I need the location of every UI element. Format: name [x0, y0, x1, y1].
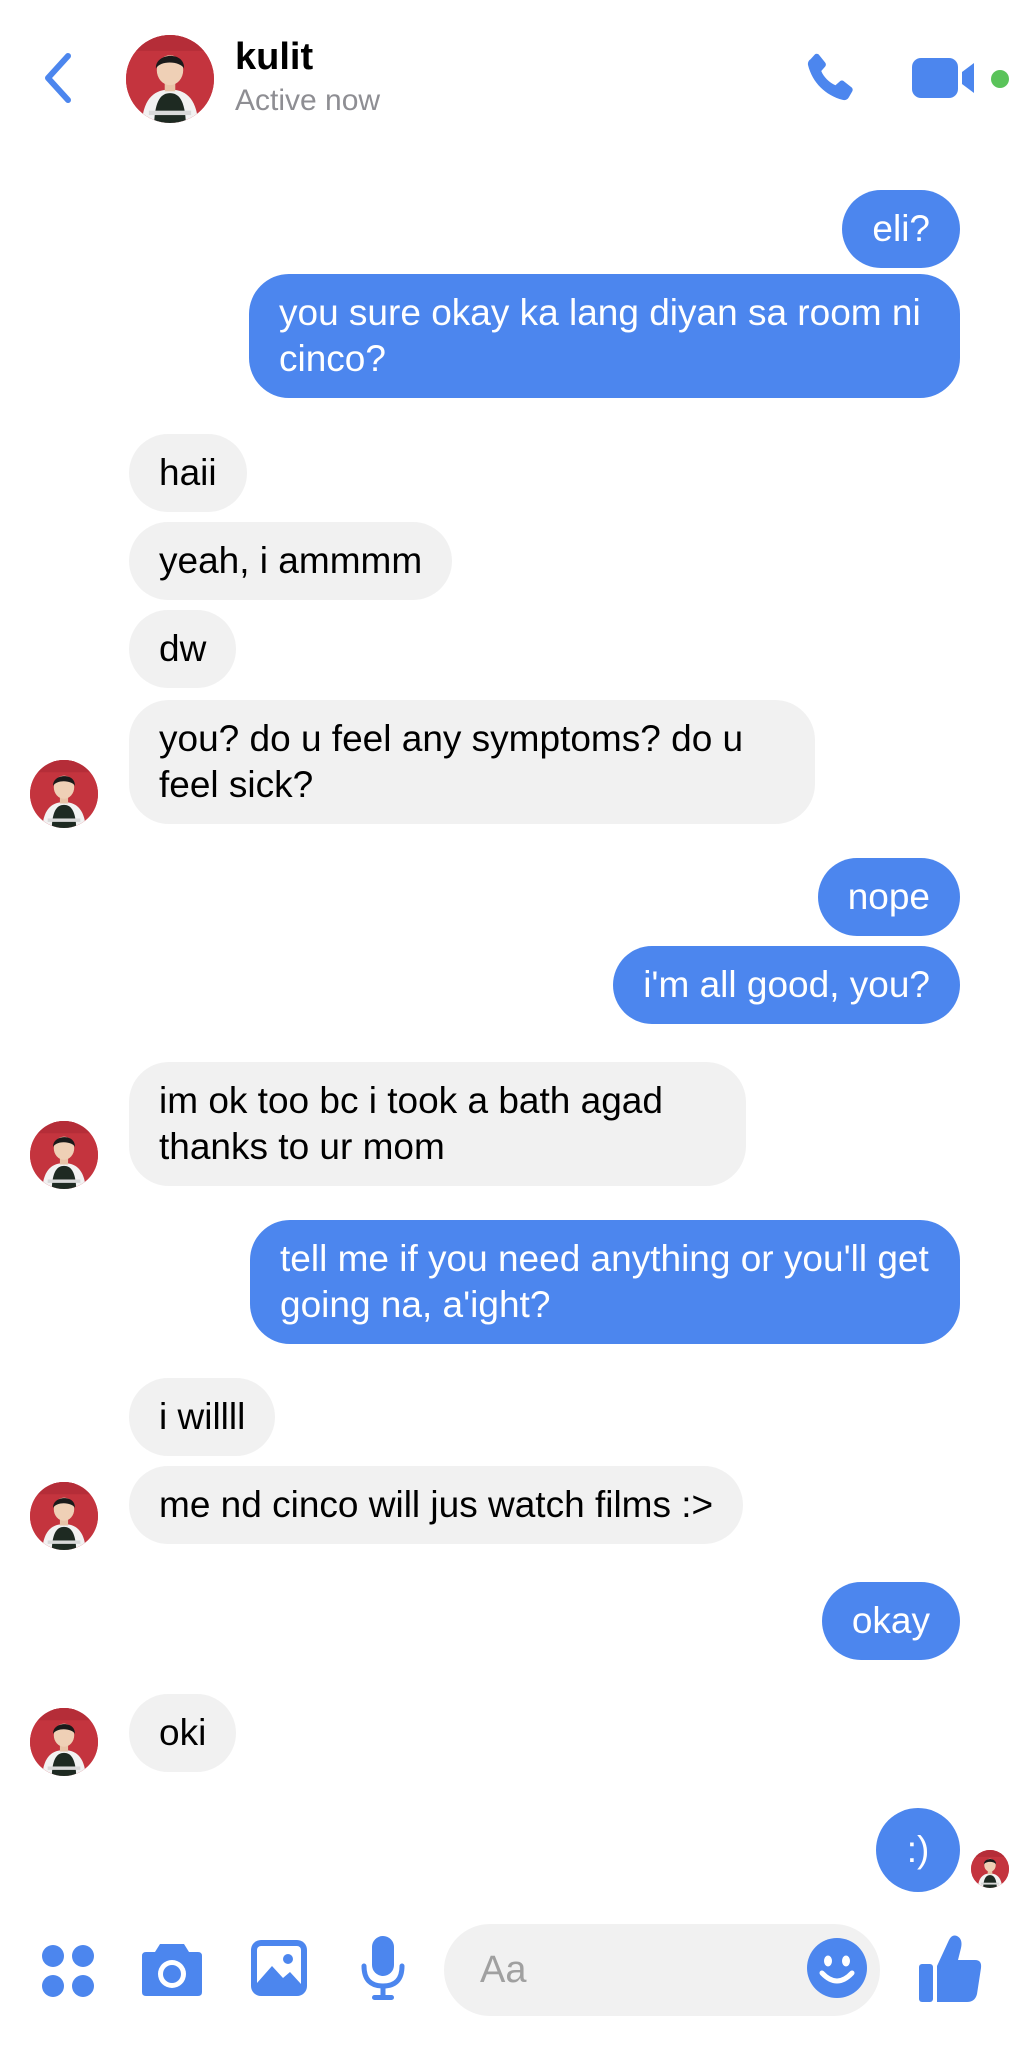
message-bubble-incoming[interactable]: i willll [129, 1378, 276, 1456]
phone-icon [807, 53, 853, 101]
message-bubble-outgoing[interactable]: i'm all good, you? [613, 946, 960, 1024]
message-text: yeah, i ammmm [159, 540, 423, 581]
like-button[interactable] [917, 1932, 983, 2004]
message-text: me nd cinco will jus watch films :> [159, 1484, 714, 1525]
message-bubble-incoming[interactable]: me nd cinco will jus watch films :> [129, 1466, 744, 1544]
message-bubble-incoming[interactable]: haii [129, 434, 247, 512]
camera-button[interactable] [140, 1938, 204, 1998]
message-text: dw [159, 628, 207, 669]
message-text: i willll [159, 1396, 246, 1437]
message-text: im ok too bc i took a bath agad thanks t… [159, 1080, 663, 1167]
contact-name[interactable]: kulit [235, 36, 313, 79]
camera-icon [142, 1944, 202, 1996]
four-dots-icon [42, 1945, 94, 1997]
sender-avatar[interactable] [30, 1121, 98, 1189]
message-bubble-outgoing[interactable]: eli? [842, 190, 960, 268]
message-bubble-incoming[interactable]: yeah, i ammmm [129, 522, 453, 600]
message-text: tell me if you need anything or you'll g… [280, 1238, 929, 1325]
thumbs-up-icon [919, 1935, 982, 2002]
message-text: nope [847, 876, 930, 917]
contact-avatar[interactable] [126, 35, 214, 123]
contact-status: Active now [235, 84, 381, 117]
message-text: you? do u feel any symptoms? do u feel s… [159, 718, 744, 805]
message-bubble-outgoing[interactable]: nope [817, 858, 960, 936]
video-camera-icon [912, 58, 974, 98]
message-bubble-incoming[interactable]: you? do u feel any symptoms? do u feel s… [129, 700, 815, 824]
message-input[interactable] [480, 1942, 780, 1998]
message-text: you sure okay ka lang diyan sa room ni c… [279, 292, 921, 379]
message-bubble-outgoing[interactable]: :) [876, 1808, 960, 1892]
back-button[interactable] [36, 48, 86, 108]
message-bubble-incoming[interactable]: oki [129, 1694, 237, 1772]
message-text: oki [159, 1712, 207, 1753]
sender-avatar[interactable] [30, 1708, 98, 1776]
image-icon [251, 1940, 307, 1996]
message-bubble-incoming[interactable]: im ok too bc i took a bath agad thanks t… [129, 1062, 746, 1186]
sender-avatar[interactable] [30, 760, 98, 828]
more-actions-button[interactable] [40, 1943, 96, 1999]
microphone-icon [361, 1936, 405, 2000]
sender-avatar[interactable] [30, 1482, 98, 1550]
smiley-icon [807, 1938, 867, 1998]
gallery-button[interactable] [250, 1939, 308, 1997]
message-text: eli? [872, 208, 930, 249]
message-text: haii [159, 452, 217, 493]
message-text: okay [851, 1600, 930, 1641]
message-bubble-incoming[interactable]: dw [129, 610, 237, 688]
message-bubble-outgoing[interactable]: okay [821, 1582, 960, 1660]
read-receipt-avatar [971, 1850, 1009, 1888]
message-text: i'm all good, you? [643, 964, 930, 1005]
emoji-button[interactable] [806, 1937, 868, 1999]
video-call-button[interactable] [912, 54, 980, 102]
chat-header: kulit Active now [0, 0, 1022, 150]
message-bubble-outgoing[interactable]: tell me if you need anything or you'll g… [250, 1220, 960, 1344]
message-bubble-outgoing[interactable]: you sure okay ka lang diyan sa room ni c… [249, 274, 960, 398]
message-text: :) [906, 1829, 930, 1870]
chevron-left-icon [45, 53, 71, 103]
voice-message-button[interactable] [360, 1934, 406, 2002]
voice-call-button[interactable] [798, 48, 860, 110]
online-indicator [991, 70, 1009, 88]
